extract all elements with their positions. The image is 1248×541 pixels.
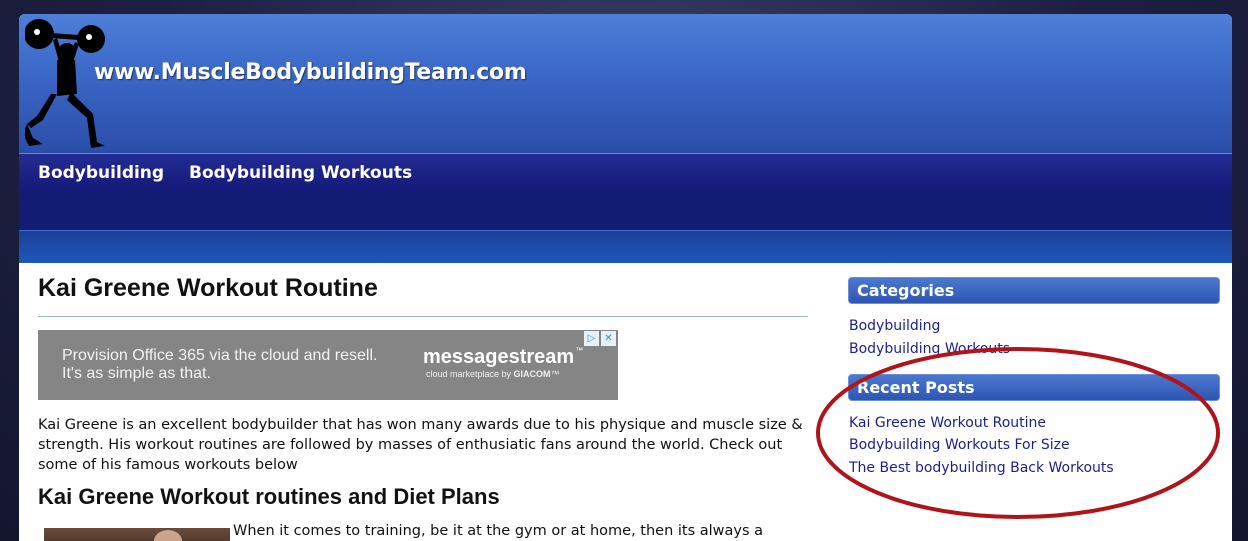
article-title[interactable]: Kai Greene Workout Routine [38, 274, 378, 303]
ad-tagline-trademark: ™ [550, 369, 560, 379]
main-nav: Bodybuilding Bodybuilding Workouts [19, 153, 1232, 191]
recent-post-link[interactable]: The Best bodybuilding Back Workouts [849, 460, 1114, 476]
category-link-bodybuilding-workouts[interactable]: Bodybuilding Workouts [849, 341, 1010, 357]
recent-post-link[interactable]: Kai Greene Workout Routine [849, 415, 1046, 431]
site-header: www.MuscleBodybuildingTeam.com [19, 14, 1232, 153]
categories-widget-title: Categories [848, 277, 1220, 304]
kai-greene-thumbnail[interactable] [44, 528, 230, 541]
article-subheading: Kai Greene Workout routines and Diet Pla… [38, 484, 500, 509]
thumbnail-face [154, 530, 182, 541]
ad-tagline-prefix: cloud marketplace by [426, 369, 514, 379]
ad-brand: messagestream™ [423, 346, 583, 369]
recent-post-link[interactable]: Bodybuilding Workouts For Size [849, 437, 1070, 453]
ad-text-line1: Provision Office 365 via the cloud and r… [62, 347, 378, 364]
site-title[interactable]: www.MuscleBodybuildingTeam.com [94, 60, 527, 85]
ad-text-line2: It's as simple as that. [62, 365, 211, 382]
ad-tagline: cloud marketplace by GIACOM™ [426, 369, 560, 379]
ad-tagline-company: GIACOM [513, 369, 551, 379]
sub-nav-band [19, 191, 1232, 230]
adchoices-icon[interactable]: ▷ [584, 331, 599, 346]
ad-banner[interactable]: Provision Office 365 via the cloud and r… [38, 330, 618, 400]
recent-posts-widget-title: Recent Posts [848, 374, 1220, 401]
category-link-bodybuilding[interactable]: Bodybuilding [849, 318, 940, 334]
header-divider-band [19, 230, 1232, 263]
article-intro: Kai Greene is an excellent bodybuilder t… [38, 417, 803, 473]
close-icon[interactable]: ✕ [601, 331, 616, 346]
nav-item-bodybuilding-workouts[interactable]: Bodybuilding Workouts [189, 163, 412, 183]
ad-text: Provision Office 365 via the cloud and r… [62, 347, 422, 383]
title-divider [38, 316, 808, 317]
ad-controls: ▷ ✕ [584, 331, 616, 346]
ad-brand-name: messagestream [423, 346, 575, 368]
article-body-text: When it comes to training, be it at the … [233, 523, 764, 539]
nav-item-bodybuilding[interactable]: Bodybuilding [38, 163, 164, 183]
web-page: www.MuscleBodybuildingTeam.com Bodybuild… [19, 14, 1232, 541]
ad-brand-trademark: ™ [575, 346, 584, 355]
